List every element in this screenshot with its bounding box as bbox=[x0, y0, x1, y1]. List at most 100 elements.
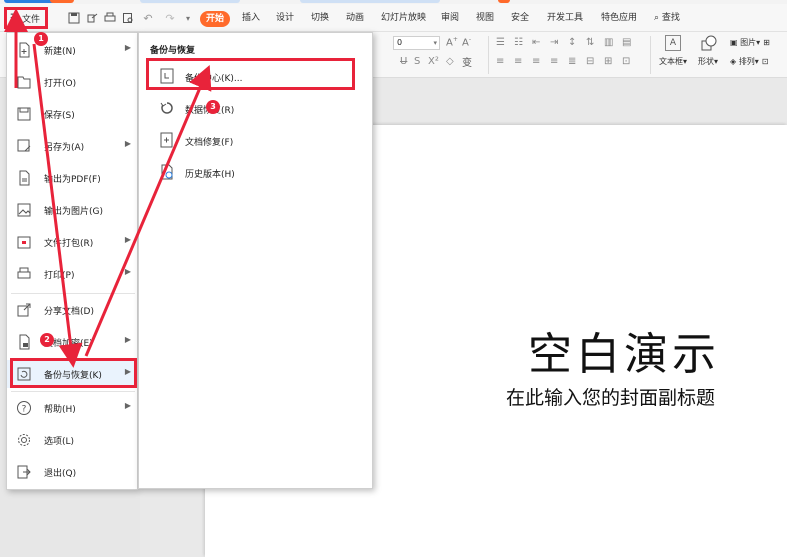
align-right-icon[interactable]: ≡ bbox=[532, 56, 540, 67]
align-left-icon[interactable]: ≡ bbox=[496, 56, 504, 67]
tab-slideshow[interactable]: 幻灯片放映 bbox=[381, 9, 426, 27]
number-list-icon[interactable]: ☷ bbox=[514, 37, 523, 48]
picture-icon: ▣ bbox=[730, 38, 738, 47]
align-center-icon[interactable]: ≡ bbox=[514, 56, 522, 67]
new-doc-icon bbox=[16, 42, 32, 58]
submenu-item-label: 备份中心(K)... bbox=[185, 74, 243, 84]
tab-design[interactable]: 设计 bbox=[276, 9, 294, 27]
doc-tab-marker[interactable] bbox=[300, 0, 440, 3]
file-menu-button[interactable]: ☰ 文件 bbox=[4, 9, 48, 27]
shrink-font-icon[interactable]: A- bbox=[462, 36, 471, 48]
line-spacing-icon[interactable]: ↕ bbox=[568, 37, 576, 48]
smartart-icon[interactable]: ⊞ bbox=[604, 56, 612, 67]
tab-features[interactable]: 特色应用 bbox=[601, 9, 637, 27]
font-color-icon[interactable]: 变 bbox=[462, 54, 472, 69]
save-as-icon bbox=[16, 138, 32, 154]
file-menu: 新建(N) ▶ 打开(O) 保存(S) 另存为(A) ▶ 输出为PDF(F) 输… bbox=[6, 32, 138, 490]
tab-security[interactable]: 安全 bbox=[511, 9, 529, 27]
print-preview-icon[interactable] bbox=[121, 11, 135, 25]
doc-tab-marker[interactable] bbox=[140, 0, 240, 3]
menu-item-save[interactable]: 保存(S) bbox=[7, 100, 137, 128]
arrange-label-text: 排列 bbox=[738, 57, 755, 66]
vertical-align-icon[interactable]: ⊟ bbox=[586, 56, 594, 67]
undo-icon[interactable]: ↶ bbox=[141, 11, 155, 25]
submenu-item-history[interactable]: 历史版本(H) bbox=[149, 159, 359, 185]
submenu-item-backup-center[interactable]: 备份中心(K)... bbox=[149, 63, 359, 89]
share-icon bbox=[16, 302, 32, 318]
menu-item-backup-restore[interactable]: 备份与恢复(K) ▶ bbox=[7, 360, 137, 388]
slide-subtitle[interactable]: 在此输入您的封面副标题 bbox=[506, 383, 715, 410]
picture-button[interactable]: ▣ 图片▾ ⊞ bbox=[730, 37, 770, 48]
gear-icon bbox=[16, 432, 32, 448]
tab-animation[interactable]: 动画 bbox=[346, 9, 364, 27]
clear-format-icon[interactable]: ◇ bbox=[446, 56, 454, 67]
menu-item-label: 分享文档(D) bbox=[44, 307, 94, 317]
grow-font-icon[interactable]: A+ bbox=[446, 36, 458, 48]
convert-icon[interactable]: ⊡ bbox=[622, 56, 630, 67]
menu-item-options[interactable]: 选项(L) bbox=[7, 426, 137, 454]
menu-item-label: 打开(O) bbox=[44, 79, 77, 89]
textbox-label[interactable]: 文本框▾ bbox=[659, 56, 687, 67]
shadow-icon[interactable]: S bbox=[414, 56, 420, 67]
print-icon[interactable] bbox=[103, 11, 117, 25]
customize-quick-access-icon[interactable]: ▾ bbox=[181, 11, 195, 25]
search-label: 查找 bbox=[661, 13, 680, 23]
slide-title[interactable]: 空白演示 bbox=[528, 318, 720, 382]
menu-item-new[interactable]: 新建(N) ▶ bbox=[7, 36, 137, 64]
strikethrough-icon[interactable]: U bbox=[400, 56, 407, 67]
image-export-icon bbox=[16, 202, 32, 218]
tab-view[interactable]: 视图 bbox=[476, 9, 494, 27]
submenu-item-doc-repair[interactable]: 文档修复(F) bbox=[149, 127, 359, 153]
menu-item-package[interactable]: 文件打包(R) ▶ bbox=[7, 228, 137, 256]
submenu-title: 备份与恢复 bbox=[150, 46, 196, 56]
restore-icon bbox=[159, 100, 175, 116]
menu-item-help[interactable]: ? 帮助(H) ▶ bbox=[7, 394, 137, 422]
file-button-label: 文件 bbox=[21, 14, 40, 25]
tab-start[interactable]: 开始 bbox=[200, 11, 230, 27]
align-text-icon[interactable]: ▤ bbox=[622, 37, 631, 48]
tab-developer[interactable]: 开发工具 bbox=[547, 9, 583, 27]
step-badge: 2 bbox=[40, 333, 54, 347]
arrange-icon: ◈ bbox=[730, 57, 737, 66]
submenu-item-label: 文档修复(F) bbox=[185, 138, 234, 148]
menu-item-export-pdf[interactable]: 输出为PDF(F) bbox=[7, 164, 137, 192]
decrease-indent-icon[interactable]: ⇤ bbox=[532, 37, 540, 48]
justify-icon[interactable]: ≡ bbox=[550, 56, 558, 67]
menu-item-export-image[interactable]: 输出为图片(G) bbox=[7, 196, 137, 224]
textbox-icon[interactable]: A bbox=[665, 35, 681, 51]
search-button[interactable]: ⌕ 查找 bbox=[654, 9, 680, 27]
tab-insert[interactable]: 插入 bbox=[242, 9, 260, 27]
shape-label[interactable]: 形状▾ bbox=[698, 56, 718, 67]
menu-bar: ☰ 文件 ↶ ↷ ▾ 开始 插入 设计 切换 动画 幻灯片放映 审阅 视图 安全… bbox=[0, 4, 787, 32]
arrange-button[interactable]: ◈ 排列▾ ⊡ bbox=[730, 56, 768, 67]
export-icon[interactable] bbox=[85, 11, 99, 25]
submenu-item-data-restore[interactable]: 数据恢复(R) bbox=[149, 95, 359, 121]
tab-transition[interactable]: 切换 bbox=[311, 9, 329, 27]
increase-indent-icon[interactable]: ⇥ bbox=[550, 37, 558, 48]
distribute-icon[interactable]: ≣ bbox=[568, 56, 576, 67]
menu-item-open[interactable]: 打开(O) bbox=[7, 68, 137, 96]
redo-icon[interactable]: ↷ bbox=[163, 11, 177, 25]
menu-item-save-as[interactable]: 另存为(A) ▶ bbox=[7, 132, 137, 160]
superscript-icon[interactable]: X² bbox=[428, 56, 439, 67]
menu-item-encrypt[interactable]: 文档加密(E) ▶ bbox=[7, 328, 137, 356]
backup-restore-submenu: 备份与恢复 备份中心(K)... 数据恢复(R) 文档修复(F) 历史版本(H) bbox=[138, 32, 373, 489]
menu-item-print[interactable]: 打印(P) ▶ bbox=[7, 260, 137, 288]
menu-item-label: 打印(P) bbox=[44, 271, 75, 281]
picture-label-text: 图片 bbox=[740, 38, 757, 47]
backup-center-icon bbox=[159, 68, 175, 84]
menu-item-exit[interactable]: 退出(Q) bbox=[7, 458, 137, 486]
chevron-down-icon: ▾ bbox=[754, 57, 759, 66]
bullet-list-icon[interactable]: ☰ bbox=[496, 37, 505, 48]
save-icon[interactable] bbox=[67, 11, 81, 25]
tab-review[interactable]: 审阅 bbox=[441, 9, 459, 27]
search-icon: ⌕ bbox=[654, 13, 660, 23]
font-size-select[interactable]: 0 ▾ bbox=[393, 36, 440, 50]
menu-item-label: 文件打包(R) bbox=[44, 239, 94, 249]
text-direction-icon[interactable]: ⇅ bbox=[586, 37, 594, 48]
doc-tab-marker[interactable] bbox=[498, 0, 510, 3]
shape-icon[interactable] bbox=[701, 35, 717, 51]
menu-item-share[interactable]: 分享文档(D) bbox=[7, 296, 137, 324]
columns-icon[interactable]: ▥ bbox=[604, 37, 613, 48]
doc-tab-marker[interactable] bbox=[50, 0, 74, 3]
